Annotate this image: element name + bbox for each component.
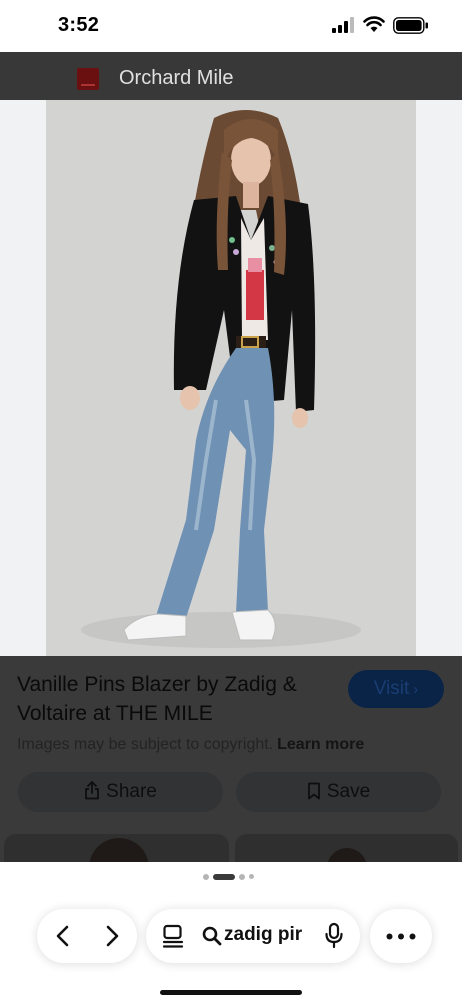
page-dot <box>239 874 245 880</box>
thumbnail-figure <box>327 848 367 862</box>
image-info-panel: Vanille Pins Blazer by Zadig & Voltaire … <box>0 656 462 862</box>
search-query[interactable]: zadig pir <box>224 924 310 946</box>
image-preview-overlay: Orchard Mile Vanille Pins Blazer by Zadi… <box>0 52 462 862</box>
product-photo[interactable] <box>46 100 416 656</box>
navigation-pill <box>37 909 137 963</box>
mic-icon[interactable] <box>324 922 344 950</box>
copyright-notice: Images may be subject to copyright. Learn… <box>17 736 364 754</box>
more-icon <box>386 933 416 940</box>
more-button[interactable] <box>370 909 432 963</box>
status-time: 3:52 <box>58 14 100 36</box>
site-header: Orchard Mile <box>0 52 462 100</box>
back-icon[interactable] <box>52 924 74 948</box>
learn-more-link[interactable]: Learn more <box>277 736 364 753</box>
page-dot <box>203 874 209 880</box>
related-image-thumbnail[interactable] <box>4 834 229 862</box>
page-dot <box>249 874 254 879</box>
visit-button[interactable]: Visit › <box>348 670 444 708</box>
forward-icon[interactable] <box>101 924 123 948</box>
cellular-signal-icon <box>332 17 354 33</box>
share-label: Share <box>106 781 157 802</box>
chevron-right-icon: › <box>413 681 419 698</box>
thumbnail-figure <box>89 838 149 862</box>
bookmark-icon <box>307 782 320 800</box>
browser-toolbar: zadig pir <box>0 862 462 1000</box>
site-name[interactable]: Orchard Mile <box>119 67 233 90</box>
page-icon[interactable] <box>162 924 184 948</box>
save-button[interactable]: Save <box>236 772 441 812</box>
related-image-thumbnail[interactable] <box>235 834 458 862</box>
site-logo[interactable] <box>77 68 99 90</box>
battery-icon <box>393 17 428 34</box>
save-label: Save <box>326 781 371 802</box>
product-title[interactable]: Vanille Pins Blazer by Zadig & Voltaire … <box>17 670 337 728</box>
image-area <box>0 100 462 656</box>
visit-label: Visit <box>373 678 410 699</box>
product-photo-illustration <box>46 100 416 656</box>
share-icon <box>85 781 100 800</box>
share-button[interactable]: Share <box>18 772 223 812</box>
page-dot-active <box>213 874 235 880</box>
status-bar: 3:52 <box>0 0 462 52</box>
copyright-text: Images may be subject to copyright. <box>17 736 274 753</box>
search-bar[interactable]: zadig pir <box>146 909 360 963</box>
home-indicator[interactable] <box>160 990 302 995</box>
wifi-icon <box>363 16 385 32</box>
search-icon <box>202 926 222 946</box>
